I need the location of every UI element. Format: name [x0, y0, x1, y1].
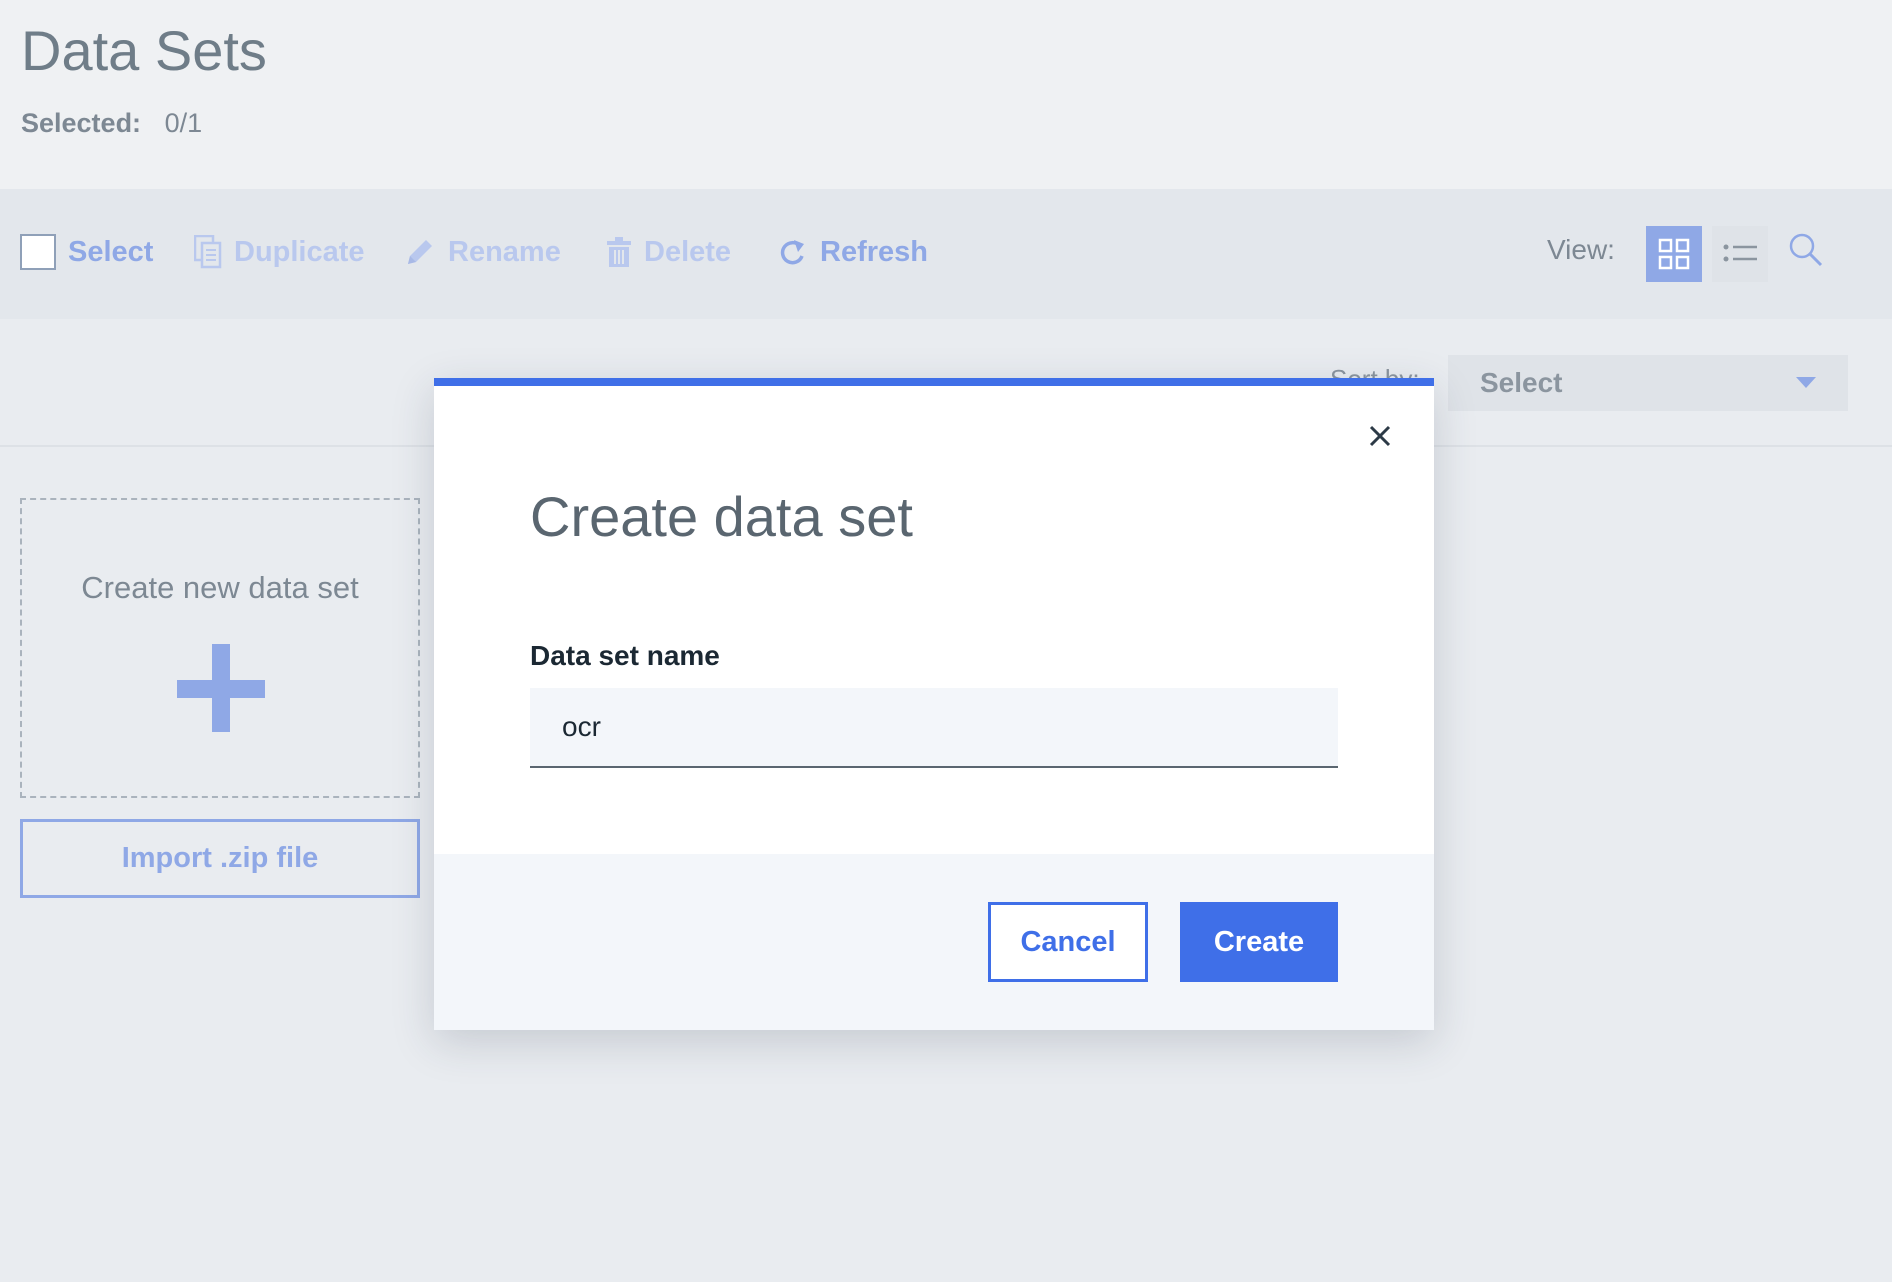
chevron-down-icon	[1796, 377, 1816, 388]
create-card-title: Create new data set	[81, 570, 359, 605]
pencil-icon	[404, 236, 436, 268]
refresh-button[interactable]: Refresh	[780, 232, 928, 272]
duplicate-icon	[194, 235, 222, 269]
select-all-button[interactable]: Select	[20, 232, 153, 272]
modal-footer: Cancel Create	[434, 854, 1434, 1030]
duplicate-button[interactable]: Duplicate	[194, 232, 365, 272]
page-title: Data Sets	[21, 19, 267, 82]
list-view-button[interactable]	[1712, 226, 1768, 282]
selected-label: Selected:	[21, 108, 142, 138]
list-icon	[1723, 244, 1757, 262]
rename-label: Rename	[448, 235, 561, 268]
search-button[interactable]	[1788, 232, 1824, 273]
delete-button[interactable]: Delete	[606, 232, 731, 272]
trash-icon	[606, 236, 632, 268]
create-new-data-set-card[interactable]: Create new data set	[20, 498, 420, 798]
create-button[interactable]: Create	[1180, 902, 1338, 982]
selected-value: 0/1	[164, 108, 203, 138]
plus-icon	[177, 644, 265, 732]
page-header: Data Sets Selected: 0/1	[0, 0, 1892, 189]
data-set-name-label: Data set name	[530, 640, 720, 671]
grid-view-button[interactable]	[1646, 226, 1702, 282]
duplicate-label: Duplicate	[234, 235, 365, 268]
sort-select-value: Select	[1480, 367, 1563, 398]
grid-icon	[1658, 238, 1690, 270]
refresh-label: Refresh	[820, 235, 928, 268]
cancel-button[interactable]: Cancel	[988, 902, 1148, 982]
import-zip-button[interactable]: Import .zip file	[20, 819, 420, 898]
close-icon[interactable]	[1366, 422, 1394, 450]
checkbox-icon[interactable]	[20, 234, 56, 270]
rename-button[interactable]: Rename	[404, 232, 561, 272]
view-label: View:	[1547, 234, 1615, 265]
create-data-set-modal: Create data set Data set name Cancel Cre…	[434, 378, 1434, 1030]
selection-count: Selected: 0/1	[21, 108, 202, 139]
sort-select[interactable]: Select	[1448, 355, 1848, 411]
select-label: Select	[68, 235, 154, 268]
delete-label: Delete	[644, 235, 732, 268]
data-set-name-input[interactable]	[530, 688, 1338, 768]
search-icon	[1789, 233, 1823, 267]
modal-title: Create data set	[530, 485, 913, 548]
refresh-icon	[780, 236, 808, 268]
